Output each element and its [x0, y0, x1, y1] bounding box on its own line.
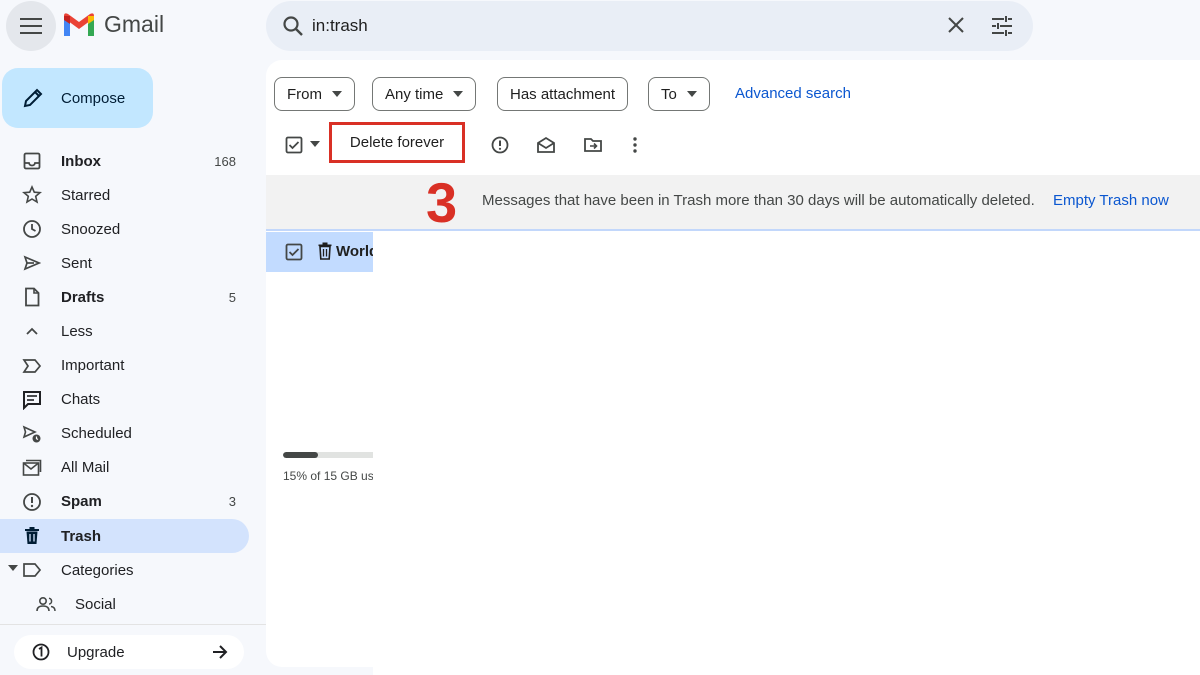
- sidebar-item-label: Trash: [61, 527, 102, 545]
- sidebar-item-label: Starred: [61, 186, 111, 204]
- advanced-search-link[interactable]: Advanced search: [735, 85, 851, 102]
- upgrade-button[interactable]: Upgrade: [14, 635, 244, 669]
- sidebar-item-all-mail[interactable]: All Mail: [0, 451, 250, 485]
- arrow-right-icon: [213, 645, 228, 659]
- sidebar-item-categories[interactable]: Categories: [0, 553, 250, 587]
- all-mail-icon: [22, 459, 42, 476]
- more-options-icon[interactable]: [631, 135, 639, 155]
- report-spam-icon: [23, 493, 41, 511]
- report-spam-icon[interactable]: [490, 135, 510, 155]
- app-name: Gmail: [104, 11, 165, 37]
- clear-search-icon[interactable]: [946, 15, 966, 35]
- chip-label: Has attachment: [510, 85, 616, 103]
- sidebar-item-label: All Mail: [61, 459, 110, 477]
- sidebar-divider: [0, 624, 266, 625]
- main-menu-button[interactable]: [6, 1, 56, 51]
- filter-to-chip[interactable]: To: [648, 77, 710, 111]
- caret-down-icon: [332, 91, 342, 97]
- draft-icon: [25, 287, 40, 307]
- compose-button[interactable]: Compose: [2, 68, 153, 128]
- message-list-area: [373, 232, 1200, 675]
- sidebar-item-chats[interactable]: Chats: [0, 383, 250, 417]
- sidebar-item-starred[interactable]: Starred: [0, 178, 250, 212]
- search-input[interactable]: [312, 12, 912, 40]
- table-row[interactable]: World: [266, 232, 373, 272]
- chip-label: Any time: [385, 85, 444, 103]
- storage-progress-fill: [283, 452, 318, 458]
- drafts-count: 5: [228, 289, 236, 305]
- sidebar-item-label: Scheduled: [61, 425, 132, 443]
- caret-down-icon: [686, 91, 697, 97]
- row-checkbox[interactable]: [285, 243, 303, 261]
- gmail-logo[interactable]: Gmail: [62, 11, 164, 38]
- sidebar-item-label: Less: [61, 323, 93, 341]
- select-all-checkbox[interactable]: [285, 136, 303, 154]
- sidebar-item-label: Drafts: [61, 288, 105, 306]
- empty-trash-link[interactable]: Empty Trash now: [1053, 192, 1169, 209]
- email-sender: World: [336, 243, 373, 260]
- mark-as-read-icon[interactable]: [536, 135, 556, 155]
- filter-from-chip[interactable]: From: [274, 77, 355, 111]
- search-bar[interactable]: [266, 1, 1033, 51]
- sidebar-item-label: Categories: [61, 561, 134, 579]
- caret-down-icon: [453, 91, 464, 97]
- sidebar-item-spam[interactable]: Spam 3: [0, 485, 250, 519]
- spam-count: 3: [228, 494, 236, 510]
- people-icon: [36, 597, 56, 612]
- delete-forever-label: Delete forever: [349, 134, 445, 151]
- move-to-icon[interactable]: [583, 135, 603, 155]
- upgrade-icon: [32, 643, 50, 661]
- trash-icon: [318, 242, 332, 260]
- scheduled-send-icon: [22, 425, 41, 443]
- sidebar-item-label: Snoozed: [61, 220, 121, 238]
- sidebar-item-inbox[interactable]: Inbox 168: [0, 144, 250, 178]
- chevron-up-icon: [26, 328, 38, 336]
- chip-label: To: [661, 85, 677, 103]
- clock-icon: [23, 220, 41, 239]
- search-icon[interactable]: [281, 14, 305, 38]
- star-icon: [22, 185, 42, 204]
- gmail-m-icon: [64, 12, 94, 36]
- delete-forever-button[interactable]: Delete forever: [329, 122, 465, 163]
- filter-has-attachment-chip[interactable]: Has attachment: [497, 77, 629, 111]
- filter-any-time-chip[interactable]: Any time: [372, 77, 477, 111]
- sidebar-item-snoozed[interactable]: Snoozed: [0, 212, 250, 246]
- inbox-icon: [23, 152, 41, 170]
- sidebar-item-label: Inbox: [61, 152, 101, 170]
- trash-notice-banner: 3 Messages that have been in Trash more …: [266, 175, 1200, 231]
- sidebar-item-important[interactable]: Important: [0, 349, 250, 383]
- upgrade-label: Upgrade: [67, 643, 125, 661]
- sidebar-item-scheduled[interactable]: Scheduled: [0, 417, 250, 451]
- sidebar-item-label: Chats: [61, 391, 101, 409]
- hamburger-icon: [20, 18, 42, 34]
- compose-label: Compose: [61, 89, 126, 107]
- chat-icon: [23, 390, 41, 410]
- send-icon: [23, 255, 41, 271]
- sidebar-item-trash[interactable]: Trash: [0, 519, 249, 554]
- trash-icon: [25, 527, 39, 545]
- sidebar-item-sent[interactable]: Sent: [0, 246, 250, 280]
- chip-label: From: [287, 85, 322, 103]
- main-panel: From Any time Has attachment To Advanced…: [266, 60, 1200, 675]
- sidebar-item-label: Social: [75, 595, 116, 613]
- sidebar-nav: Inbox 168 Starred Snoozed Sent Drafts 5 …: [0, 144, 250, 621]
- sidebar-item-less[interactable]: Less: [0, 314, 250, 348]
- storage-progress-bar: [283, 452, 373, 458]
- important-icon: [22, 358, 42, 373]
- pencil-icon: [23, 88, 43, 108]
- sidebar-item-social[interactable]: Social: [0, 587, 250, 621]
- storage-usage-text[interactable]: 15% of 15 GB used: [283, 469, 373, 483]
- select-caret-icon[interactable]: [310, 141, 320, 147]
- search-options-icon[interactable]: [990, 14, 1014, 38]
- sidebar-item-drafts[interactable]: Drafts 5: [0, 280, 250, 314]
- trash-notice-text: Messages that have been in Trash more th…: [482, 192, 1035, 209]
- caret-down-icon[interactable]: [8, 565, 18, 572]
- sidebar-item-label: Spam: [61, 493, 102, 511]
- sidebar-item-label: Important: [61, 357, 125, 375]
- label-icon: [23, 563, 42, 577]
- sidebar-item-label: Sent: [61, 254, 92, 272]
- step-number: 3: [426, 171, 458, 234]
- unread-count: 168: [214, 153, 236, 169]
